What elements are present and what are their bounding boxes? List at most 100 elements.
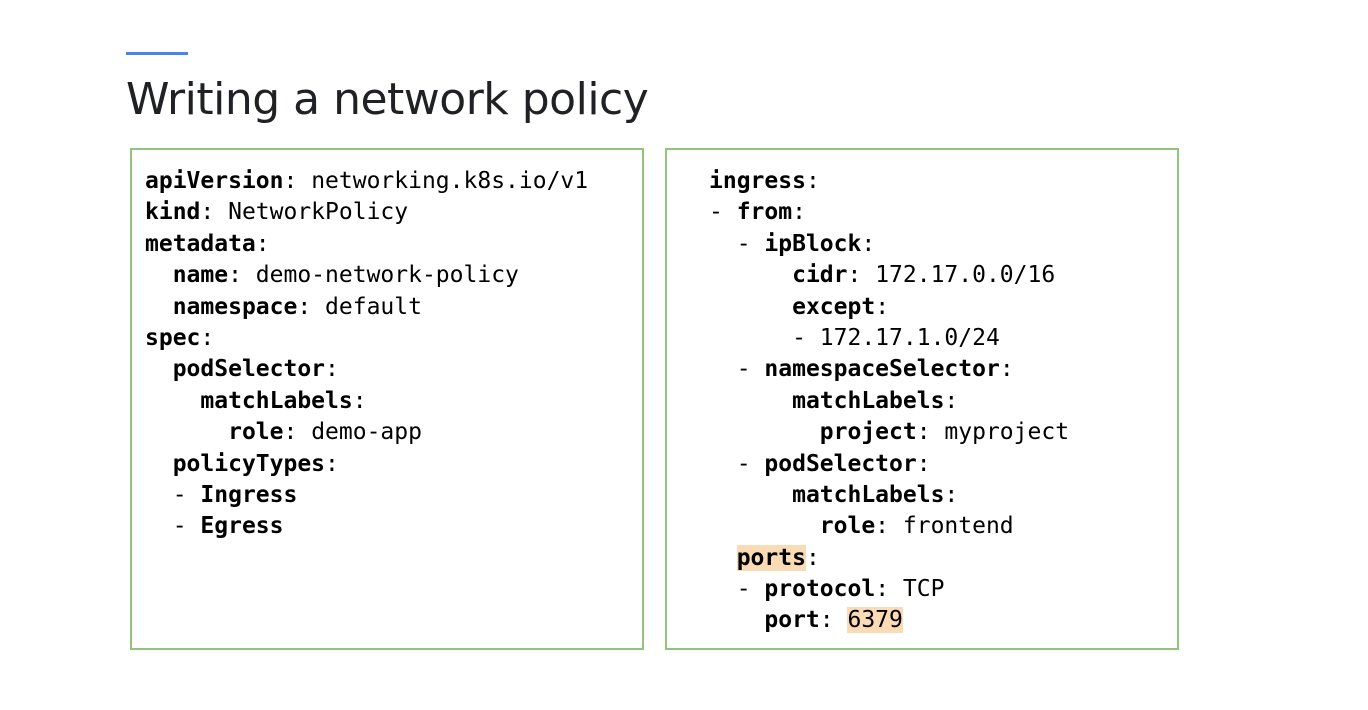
code-separator: : bbox=[819, 607, 848, 634]
code-key: project bbox=[819, 419, 917, 446]
code-value: NetworkPolicy bbox=[228, 199, 409, 226]
code-separator: : bbox=[999, 356, 1014, 383]
code-key: port bbox=[764, 607, 820, 634]
code-line: podSelector: bbox=[145, 354, 588, 385]
code-dash: - bbox=[736, 230, 765, 257]
code-line: project: myproject bbox=[709, 417, 1069, 448]
code-separator: : bbox=[200, 199, 229, 226]
code-key: cidr bbox=[792, 262, 848, 289]
code-key: ports bbox=[736, 544, 806, 571]
code-separator: : bbox=[875, 293, 890, 320]
code-separator: : bbox=[297, 293, 326, 320]
code-line: - ipBlock: bbox=[709, 229, 1069, 260]
code-line: ingress: bbox=[709, 166, 1069, 197]
code-separator: : bbox=[325, 450, 339, 477]
code-line: policyTypes: bbox=[145, 449, 588, 480]
code-key: policyTypes bbox=[172, 450, 326, 477]
code-dash: - bbox=[172, 481, 201, 508]
code-key: namespace bbox=[172, 293, 298, 320]
code-separator: : bbox=[875, 576, 903, 603]
code-line: - protocol: TCP bbox=[709, 574, 1069, 605]
code-key: matchLabels bbox=[792, 387, 945, 414]
code-line: role: demo-app bbox=[145, 417, 588, 448]
code-line: name: demo-network-policy bbox=[145, 260, 588, 291]
code-line: matchLabels: bbox=[145, 386, 588, 417]
code-value: TCP bbox=[902, 576, 945, 603]
left-code-panel: apiVersion: networking.k8s.io/v1 kind: Ne… bbox=[130, 148, 644, 650]
code-line: - Egress bbox=[145, 511, 588, 542]
code-value: myproject bbox=[944, 419, 1070, 446]
code-key: role bbox=[228, 419, 284, 446]
code-key: role bbox=[819, 513, 876, 540]
code-key: metadata bbox=[145, 230, 256, 257]
code-value: 6379 bbox=[847, 607, 903, 634]
code-key: kind bbox=[145, 199, 201, 226]
code-key: ipBlock bbox=[764, 230, 862, 257]
code-dash: - bbox=[172, 513, 201, 540]
slide-title: Writing a network policy bbox=[126, 74, 649, 125]
code-line: apiVersion: networking.k8s.io/v1 bbox=[145, 166, 588, 197]
code-key: namespaceSelector bbox=[764, 356, 1000, 383]
code-value: frontend bbox=[902, 513, 1014, 540]
code-separator: : bbox=[325, 356, 339, 383]
code-key: spec bbox=[145, 324, 201, 351]
right-code-block: ingress: - from: - ipBlock: cidr: 172.17.… bbox=[709, 166, 1069, 637]
code-line: - Ingress bbox=[145, 480, 588, 511]
code-separator: : bbox=[805, 544, 820, 571]
code-separator: : bbox=[352, 387, 367, 414]
code-value: default bbox=[325, 293, 422, 320]
code-key: from bbox=[736, 199, 793, 226]
code-line: cidr: 172.17.0.0/16 bbox=[709, 260, 1069, 291]
code-line: port: 6379 bbox=[709, 605, 1069, 636]
code-key: except bbox=[792, 293, 876, 320]
code-key: podSelector bbox=[172, 356, 326, 383]
code-value: demo-network-policy bbox=[255, 262, 519, 289]
code-separator: : bbox=[861, 230, 876, 257]
code-dash: - bbox=[709, 199, 737, 226]
left-code-block: apiVersion: networking.k8s.io/v1 kind: Ne… bbox=[145, 166, 588, 543]
code-value: networking.k8s.io/v1 bbox=[311, 168, 589, 194]
code-value: demo-app bbox=[311, 419, 422, 446]
code-line: - namespaceSelector: bbox=[709, 354, 1069, 385]
code-key: matchLabels bbox=[200, 387, 353, 414]
code-line: kind: NetworkPolicy bbox=[145, 197, 588, 228]
code-key: ingress bbox=[709, 168, 806, 194]
code-separator: : bbox=[847, 262, 876, 289]
code-line: namespace: default bbox=[145, 292, 588, 323]
code-key: apiVersion bbox=[145, 168, 284, 194]
code-key: matchLabels bbox=[792, 481, 945, 508]
code-separator: : bbox=[228, 262, 256, 289]
code-separator: : bbox=[792, 199, 806, 226]
code-dash: - bbox=[736, 356, 765, 383]
code-line: matchLabels: bbox=[709, 480, 1069, 511]
code-line: - 172.17.1.0/24 bbox=[709, 323, 1069, 354]
code-key: protocol bbox=[764, 576, 876, 603]
code-separator: : bbox=[944, 481, 959, 508]
code-separator: : bbox=[916, 450, 931, 477]
code-dash: - bbox=[736, 450, 765, 477]
code-dash: - bbox=[736, 576, 765, 603]
code-separator: : bbox=[805, 168, 820, 194]
code-key: Ingress bbox=[200, 481, 298, 508]
code-value: 172.17.0.0/16 bbox=[875, 262, 1056, 289]
code-separator: : bbox=[283, 419, 312, 446]
code-key: podSelector bbox=[764, 450, 917, 477]
